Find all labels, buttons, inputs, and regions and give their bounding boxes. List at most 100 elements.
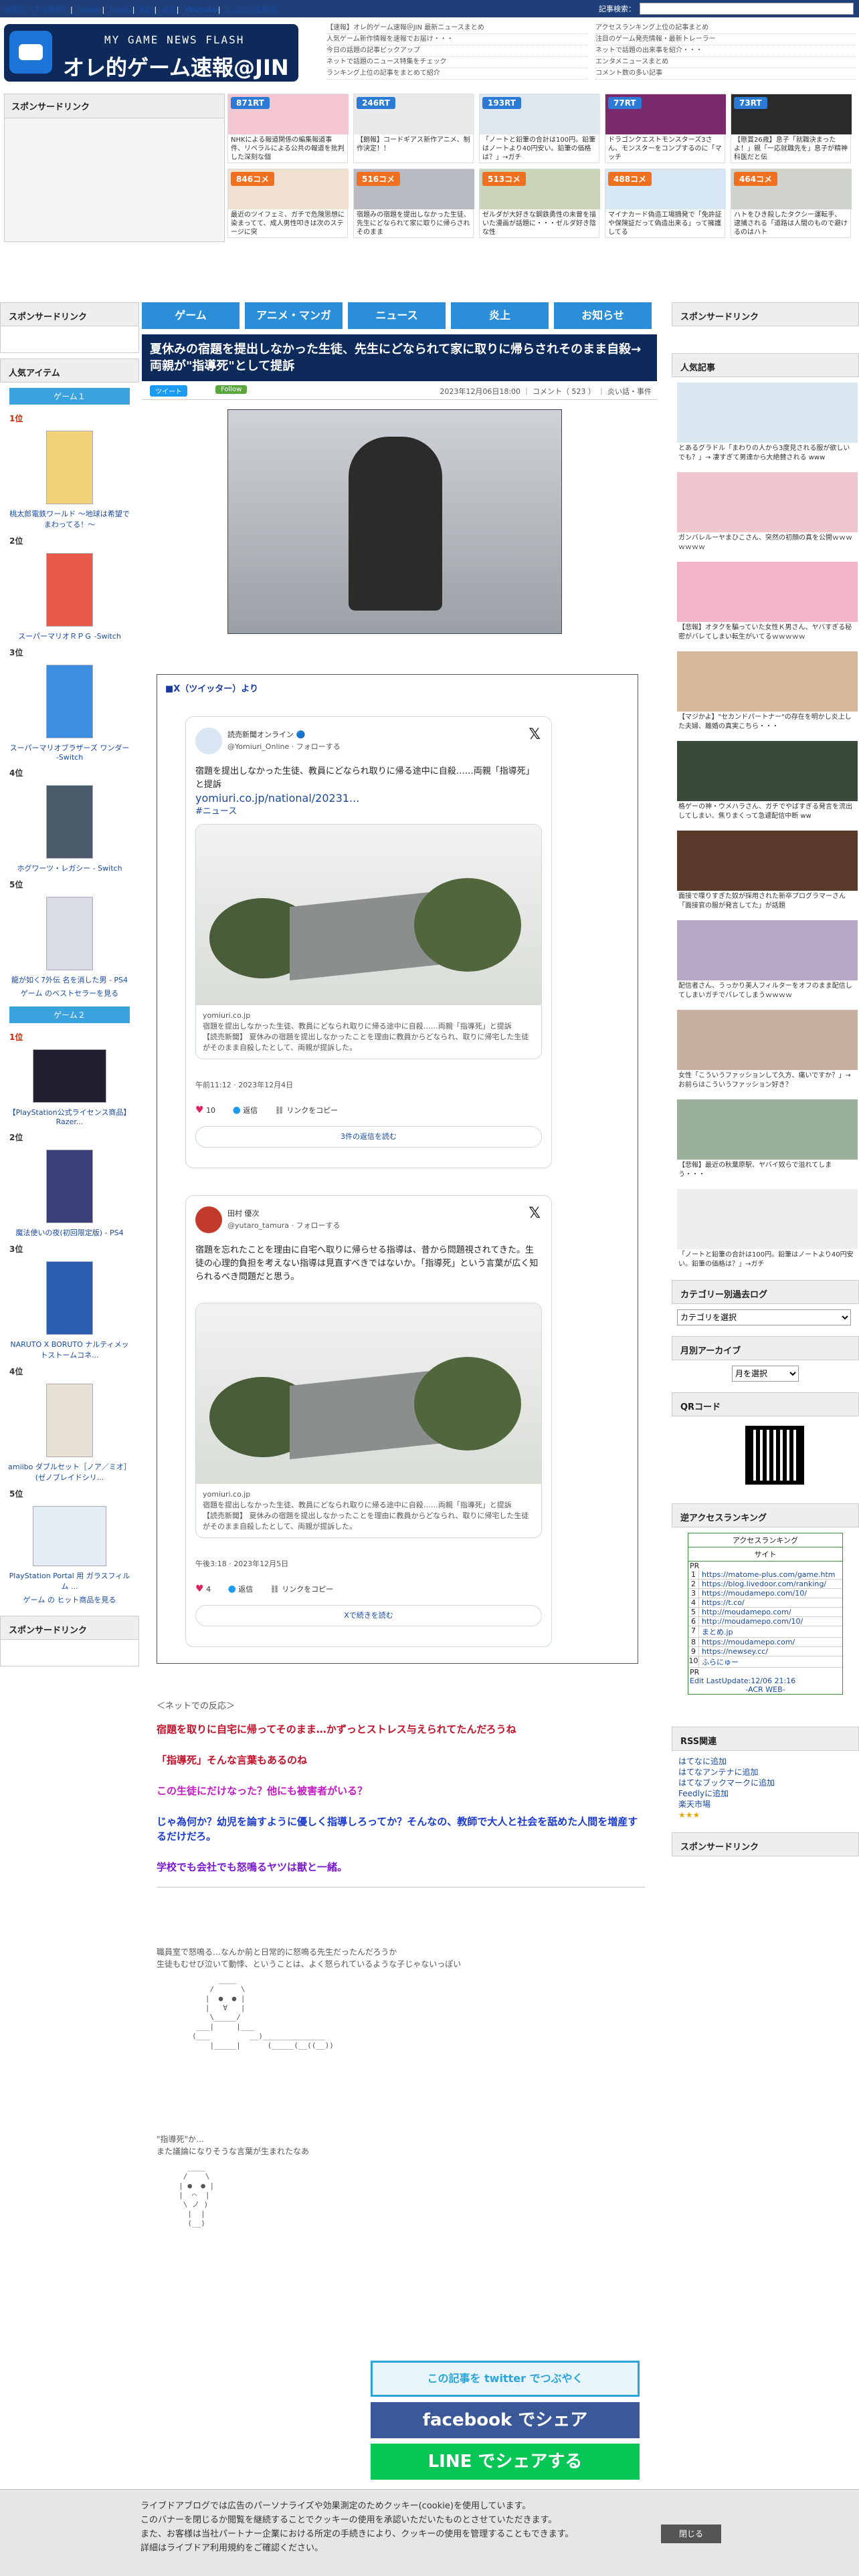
search-input[interactable] [640, 3, 854, 15]
product-link[interactable]: 【PlayStation公式ライセンス商品】 Razer... [0, 1107, 139, 1129]
nav-notice[interactable]: お知らせ [554, 302, 652, 329]
read-replies-button[interactable]: 3件の返信を読む [195, 1126, 542, 1148]
popular-article[interactable]: 「ノートと鉛筆の合計は100円。鉛筆はノートより40円安い。鉛筆の価格は？」→ガ… [677, 1189, 858, 1276]
top-link-rss[interactable]: RSS [140, 5, 155, 14]
nav-game[interactable]: ゲーム [142, 302, 240, 329]
avatar[interactable] [195, 1206, 222, 1233]
thumb-card[interactable]: 871RT NHKによる報道関係の編集報道事件、リベラルによる公共の報道を批判した… [227, 94, 349, 163]
ranking-link[interactable]: https://newsey.cc/ [699, 1647, 768, 1656]
product-link[interactable]: 桃太郎電鉄ワールド ～地球は希望でまわってる！～ [0, 508, 139, 532]
header-news-item[interactable]: エンタメニュースまとめ [595, 57, 856, 68]
product-link[interactable]: スーパーマリオＲＰＧ -Switch [0, 631, 139, 644]
tweet-time[interactable]: 午後3:18 · 2023年12月5日 [195, 1558, 288, 1569]
popular-article[interactable]: ガンバレルーヤまひこさん、突然の初顔の真を公開ｗｗｗｗｗｗｗ [677, 472, 858, 559]
category-select[interactable]: カテゴリを選択 [677, 1309, 851, 1325]
header-news-item[interactable]: 今日の話題の記事ピックアップ [326, 45, 587, 57]
hit-products-link[interactable]: ゲーム の ヒット商品を見る [0, 1594, 139, 1608]
ranking-link[interactable]: まとめ.jp [699, 1626, 733, 1637]
avatar[interactable] [195, 728, 222, 754]
share-line-button[interactable]: LINE でシェアする [371, 2444, 640, 2480]
thumb-card[interactable]: 464コメ ハトをひき殺したタクシー運転手、逮捕される「道路は人間のもので避けるの… [731, 169, 852, 238]
bestseller-link[interactable]: ゲーム のベストセラーを見る [0, 988, 139, 1001]
ranking-link[interactable]: https://moudamepo.com/10/ [699, 1589, 807, 1598]
link-icon[interactable]: ⛓ [275, 1106, 284, 1115]
tweet-card[interactable]: 読売新聞オンライン 🔵 @Yomiuri_Online · フォローする 𝕏 宿… [185, 716, 552, 1168]
popular-article[interactable]: 【悲報】最近の秋葉原駅、ヤバイ奴らで溢れてしまう・・・ [677, 1099, 858, 1186]
read-more-button[interactable]: Xで続きを読む [195, 1605, 542, 1626]
product-image[interactable] [46, 1150, 93, 1223]
rss-link[interactable]: Feedlyに追加 [678, 1788, 852, 1799]
thumb-card[interactable]: 846コメ 最近のツイフェミ、ガチで危険思想に染まってて、成人男性叩きは次のステー… [227, 169, 349, 238]
ranking-link[interactable]: https://matome-plus.com/game.htm [699, 1570, 836, 1579]
ranking-footer-link[interactable]: -ACR WEB- [688, 1685, 842, 1694]
share-twitter-button[interactable]: この記事を twitter でつぶやく [371, 2361, 640, 2397]
reply-label[interactable]: 返信 [238, 1585, 253, 1594]
link-card[interactable]: yomiuri.co.jp 宿題を提出しなかった生徒、教員にどなられ取りに帰る途… [195, 824, 542, 1059]
ranking-link[interactable]: https://blog.livedoor.com/ranking/ [699, 1580, 826, 1588]
product-link[interactable]: ホグワーツ・レガシー - Switch [0, 863, 139, 876]
ranking-link[interactable]: ふらにゅー [699, 1656, 739, 1667]
popular-article[interactable]: とあるグラドル「まわりの人から3度見される服が欲しいでも？」→ 凄すぎて男達から… [677, 383, 858, 469]
tweet-user-name[interactable]: 田村 優次 [227, 1208, 260, 1218]
link-icon[interactable]: ⛓ [270, 1585, 280, 1594]
ranking-link[interactable]: https://moudamepo.com/ [699, 1638, 795, 1646]
top-link-youtube[interactable]: Youtube [184, 5, 218, 14]
rss-link[interactable]: はてなに追加 [678, 1756, 852, 1767]
product-image[interactable] [46, 785, 93, 859]
heart-icon[interactable]: ♥ [195, 1584, 204, 1594]
copy-link-label[interactable]: リンクをコピー [286, 1106, 338, 1115]
tweet-user-handle[interactable]: @Yomiuri_Online · フォローする [227, 741, 341, 752]
product-image[interactable] [46, 1384, 93, 1457]
product-link[interactable]: 魔法使いの夜(初回限定版) - PS4 [0, 1227, 139, 1241]
heart-icon[interactable]: ♥ [195, 1105, 204, 1115]
terms-link[interactable]: 詳細はライブドア利用規約をご確認ください。 [140, 2541, 689, 2555]
ranking-update[interactable]: Edit LastUpdate:12/06 21:16 [688, 1677, 842, 1685]
tweet-card[interactable]: 田村 優次 @yutaro_tamura · フォローする 𝕏 宿題を忘れたこと… [185, 1195, 552, 1647]
reply-icon[interactable]: ● [228, 1584, 236, 1594]
ranking-link[interactable]: https://t.co/ [699, 1598, 745, 1607]
top-link-source[interactable]: 速報元（ネタ投稿） [4, 5, 70, 14]
reply-icon[interactable]: ● [233, 1105, 241, 1115]
product-image[interactable] [46, 431, 93, 504]
thumb-card[interactable]: 513コメ ゼルダが大好きな鋼鉄勇性の未曾を描いた漫画が話題に・・・ゼルダ好き陰な… [479, 169, 600, 238]
popular-article[interactable]: 女性「こういうファッションして久方、痛いですか？」→ お前らはこういうファッショ… [677, 1010, 858, 1097]
product-image[interactable] [46, 665, 93, 738]
top-link-rakuten[interactable]: 楽天 [162, 5, 177, 14]
product-image[interactable] [33, 1049, 106, 1103]
header-news-item[interactable]: アクセスランキング上位の記事まとめ [595, 23, 856, 34]
tweet-user-handle[interactable]: @yutaro_tamura · フォローする [227, 1220, 341, 1230]
copy-link-label[interactable]: リンクをコピー [282, 1585, 333, 1594]
product-link[interactable]: 龍が如く7外伝 名を消した男 - PS4 [0, 974, 139, 988]
top-link-feedly[interactable]: feedly [110, 5, 132, 14]
tweet-user-name[interactable]: 読売新聞オンライン 🔵 [227, 729, 305, 740]
popular-article[interactable]: 格ゲーの神・ウメハラさん、ガチでやばすぎる発言を流出してしまい、焦りまくって急遽… [677, 741, 858, 828]
thumb-card[interactable]: 516コメ 宿題みの宿題を提出しなかった生徒、先生にどなられて家に取りに帰らされそ… [353, 169, 474, 238]
header-news-item[interactable]: ネットで話題の出来事を紹介・・・ [595, 45, 856, 57]
thumb-card[interactable]: 246RT 【朗報】コードギアス新作アニメ、制作決定！！ [353, 94, 474, 163]
thumb-card[interactable]: 488コメ マイナカード偽造工場摘発で「免許証や保険証だって偽造出来る」って擁護し… [605, 169, 726, 238]
header-news-item[interactable]: 【速報】オレ的ゲーム速報＠JIN 最新ニュースまとめ [326, 23, 587, 34]
reply-label[interactable]: 返信 [243, 1106, 258, 1115]
header-news-item[interactable]: ネットで話題のニュース特集をチェック [326, 57, 587, 68]
tweet-button[interactable]: ツイート [150, 385, 187, 397]
top-link-niconico[interactable]: ニコニコ生放送 [225, 5, 277, 14]
nav-flame[interactable]: 炎上 [451, 302, 549, 329]
thumb-card[interactable]: 73RT 【懸賞26歳】息子「就職決まったよ！」親「一応就職先を」息子が精神科医だ… [731, 94, 852, 163]
rss-link[interactable]: はてなブックマークに追加 [678, 1778, 852, 1788]
header-news-item[interactable]: ランキング上位の記事をまとめて紹介 [326, 68, 587, 80]
popular-article[interactable]: 【悲報】オタクを騙っていた女性Ｋ男さん、ヤバすぎる秘密がバレてしまい転生がいてる… [677, 562, 858, 649]
top-link-twitter[interactable]: twitter [78, 5, 102, 14]
thumb-card[interactable]: 193RT 「ノートと鉛筆の合計は100円。鉛筆はノートより40円安い。鉛筆の価格… [479, 94, 600, 163]
tweet-hashtag[interactable]: #ニュース [195, 805, 542, 819]
product-image[interactable] [46, 553, 93, 627]
product-link[interactable]: PlayStation Portal 用 ガラスフィルム ... [0, 1570, 139, 1594]
product-link[interactable]: NARUTO X BORUTO ナルティメットストームコネ... [0, 1339, 139, 1363]
product-image[interactable] [46, 897, 93, 970]
nav-anime-manga[interactable]: アニメ・マンガ [245, 302, 343, 329]
product-image[interactable] [46, 1261, 93, 1335]
rss-link[interactable]: 楽天市場 [678, 1799, 852, 1810]
popular-article[interactable]: 【マジかよ】"セカンドパートナー"の存在を明かし炎上した夫婦、離婚の真実こちら・… [677, 651, 858, 738]
header-news-item[interactable]: コメント数の多い記事 [595, 68, 856, 80]
thumb-card[interactable]: 77RT ドラゴンクエストモンスターズ3さん、モンスターをコンプするのに「マッチ [605, 94, 726, 163]
popular-article[interactable]: 面接で喋りすぎた奴が採用された新卒プログラマーさん「面接官の服が発言してた」が話… [677, 831, 858, 918]
